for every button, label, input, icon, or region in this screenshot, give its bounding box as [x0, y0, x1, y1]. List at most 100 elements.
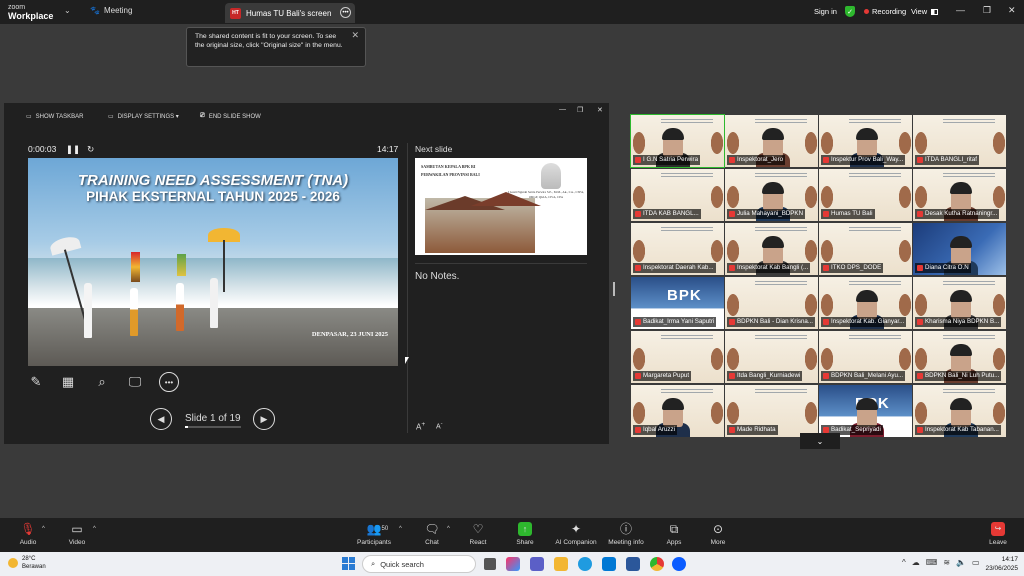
- minimize-icon[interactable]: —: [559, 106, 566, 113]
- volume-icon[interactable]: 🔈: [956, 558, 966, 567]
- slide-title: TRAINING NEED ASSESSMENT (TNA): [77, 172, 349, 189]
- participant-tile[interactable]: ITDA KAB BANGL...: [631, 169, 724, 221]
- decrease-font-icon[interactable]: A-: [436, 421, 443, 430]
- panel-divider[interactable]: [407, 143, 408, 433]
- chrome-icon[interactable]: [650, 557, 664, 571]
- audio-label: Audio: [19, 539, 37, 546]
- monitor-off-icon[interactable]: 🖵: [125, 372, 145, 392]
- participant-tile[interactable]: Julia Mahayani_BDPKN: [725, 169, 818, 221]
- participant-tile[interactable]: Itda Bangli_Kurniadewi: [725, 331, 818, 383]
- more-options-icon[interactable]: •••: [159, 372, 179, 392]
- teams-icon[interactable]: [530, 557, 544, 571]
- current-slide: TRAINING NEED ASSESSMENT (TNA) PIHAK EKS…: [28, 158, 398, 366]
- participant-tile[interactable]: BPKBadikat_Sepriyadi: [819, 385, 912, 437]
- increase-font-icon[interactable]: A+: [416, 421, 425, 432]
- participant-tile[interactable]: Kharisma Niya BDPKN B...: [913, 277, 1006, 329]
- edge-icon[interactable]: [578, 557, 592, 571]
- close-icon[interactable]: ✕: [351, 31, 359, 40]
- participant-tile[interactable]: I G.N Satria Perwira: [630, 114, 725, 168]
- weather-widget[interactable]: 28°C Berawan: [8, 555, 46, 571]
- zoom-logo[interactable]: zoom Workplace: [8, 3, 53, 21]
- taskbar-search[interactable]: ⌕ Quick search: [362, 555, 476, 573]
- next-slide-preview[interactable]: SAMBUTAN KEPALA BPK RI PERWAKILAN PROVIN…: [415, 158, 587, 255]
- leave-button[interactable]: ↪ Leave: [985, 522, 1011, 546]
- file-explorer-icon[interactable]: [554, 557, 568, 571]
- search-icon: ⌕: [371, 559, 376, 568]
- more-button[interactable]: ⊙ More: [688, 522, 748, 546]
- participant-tile[interactable]: BDPKN Bali_Melani Ayu...: [819, 331, 912, 383]
- video-button[interactable]: ▭ Video: [47, 522, 107, 546]
- next-slide-title-line1: SAMBUTAN KEPALA BPK RI: [421, 164, 476, 169]
- background-banner: [661, 335, 713, 341]
- participant-tile[interactable]: Inspektorat Kab. Gianyar...: [819, 277, 912, 329]
- clock[interactable]: 14:17 23/06/2025: [985, 555, 1018, 573]
- splitter-handle[interactable]: [613, 282, 615, 296]
- participants-button[interactable]: 👥 50 Participants: [344, 522, 404, 546]
- shared-screen-tab[interactable]: HT Humas TU Bali's screen •••: [225, 3, 355, 23]
- participant-tile[interactable]: Inspektorat Kab Bangli (...: [725, 223, 818, 275]
- taskbar-date: 23/06/2025: [985, 565, 1018, 572]
- participant-tile[interactable]: Desak Kutha Ratnaningr...: [913, 169, 1006, 221]
- chevron-up-icon[interactable]: ^: [42, 526, 45, 532]
- participant-tile[interactable]: Inspektorat Kab Tabanan...: [913, 385, 1006, 437]
- umbrella-pole: [223, 240, 225, 292]
- participant-name-label: Iqbal Aruzzi: [633, 425, 677, 435]
- slides-grid-icon[interactable]: ▦: [58, 372, 78, 392]
- chevron-up-icon[interactable]: ^: [93, 526, 96, 532]
- participant-tile[interactable]: ITKO DPS_DODE: [819, 223, 912, 275]
- task-view-icon[interactable]: [484, 558, 496, 570]
- zoom-app-icon[interactable]: [672, 557, 686, 571]
- participant-tile[interactable]: Inspektorat Daerah Kab...: [631, 223, 724, 275]
- sparkle-icon: ✦: [570, 522, 582, 536]
- participant-tile[interactable]: Inspektorat_Jero: [725, 115, 818, 167]
- participant-hair: [856, 128, 878, 140]
- participant-tile[interactable]: Inspektur Prov Bali_Way...: [819, 115, 912, 167]
- participant-tile[interactable]: BPK Badikat_Irma Yani Saputri: [631, 277, 724, 329]
- copilot-icon[interactable]: [506, 557, 520, 571]
- close-icon[interactable]: ✕: [1008, 5, 1016, 16]
- video-label: Video: [68, 539, 86, 546]
- participant-tile[interactable]: ITDA BANGLI_ritaf: [913, 115, 1006, 167]
- participant-tile[interactable]: Iqbal Aruzzi: [631, 385, 724, 437]
- language-icon[interactable]: ⌨: [926, 558, 938, 567]
- more-options-icon[interactable]: •••: [340, 7, 351, 18]
- next-slide-heading: Next slide: [415, 144, 453, 154]
- gallery-scroll-down-button[interactable]: ⌄: [800, 433, 840, 449]
- end-slide-show-button[interactable]: ⎚ END SLIDE SHOW: [200, 113, 261, 120]
- show-taskbar-button[interactable]: ▭ SHOW TASKBAR: [26, 113, 83, 121]
- windows-start-icon[interactable]: [342, 557, 355, 570]
- participant-tile[interactable]: BDPKN Bali_Ni Luh Putu...: [913, 331, 1006, 383]
- participant-tile[interactable]: Margareta Puput: [631, 331, 724, 383]
- zoom-magnifier-icon[interactable]: ⌕: [92, 372, 112, 392]
- sign-in-link[interactable]: Sign in: [814, 7, 837, 16]
- participant-name-label: Inspektorat_Jero: [727, 155, 786, 165]
- next-slide-button[interactable]: ▶: [253, 408, 275, 430]
- restore-icon[interactable]: ❐: [983, 5, 991, 16]
- display-settings-button[interactable]: ▭ DISPLAY SETTINGS ▾: [108, 113, 179, 120]
- participant-name-label: I G.N Satria Perwira: [633, 155, 701, 165]
- participant-tile[interactable]: BDPKN Bali - Dian Krisna...: [725, 277, 818, 329]
- word-icon[interactable]: [626, 557, 640, 571]
- view-button[interactable]: View: [911, 7, 939, 16]
- close-icon[interactable]: ✕: [597, 106, 603, 114]
- pause-icon[interactable]: ❚❚: [66, 144, 80, 154]
- chevron-down-icon[interactable]: ⌄: [64, 6, 71, 15]
- participant-tile[interactable]: Humas TU Bali: [819, 169, 912, 221]
- pen-icon[interactable]: ✎: [26, 372, 46, 392]
- meeting-tab[interactable]: 🐾 Meeting: [90, 6, 132, 15]
- minimize-icon[interactable]: —: [956, 5, 965, 15]
- previous-slide-button[interactable]: ◀: [150, 408, 172, 430]
- participant-tile[interactable]: Made Ridhata: [725, 385, 818, 437]
- wifi-icon[interactable]: ≋: [943, 558, 950, 567]
- cloud-icon[interactable]: ☁: [912, 558, 920, 567]
- participant-tile[interactable]: Diana Citra O.N: [913, 223, 1006, 275]
- battery-icon[interactable]: ▭: [972, 558, 980, 567]
- chevron-up-icon[interactable]: ^: [902, 558, 906, 567]
- store-icon[interactable]: [602, 557, 616, 571]
- shield-check-icon[interactable]: ✓: [845, 6, 855, 17]
- recording-indicator[interactable]: Recording: [864, 7, 906, 16]
- restore-icon[interactable]: ❐: [577, 106, 583, 114]
- meeting-info-label: Meeting info: [608, 539, 644, 546]
- reset-icon[interactable]: ↻: [87, 144, 94, 154]
- participant-hair: [950, 344, 972, 356]
